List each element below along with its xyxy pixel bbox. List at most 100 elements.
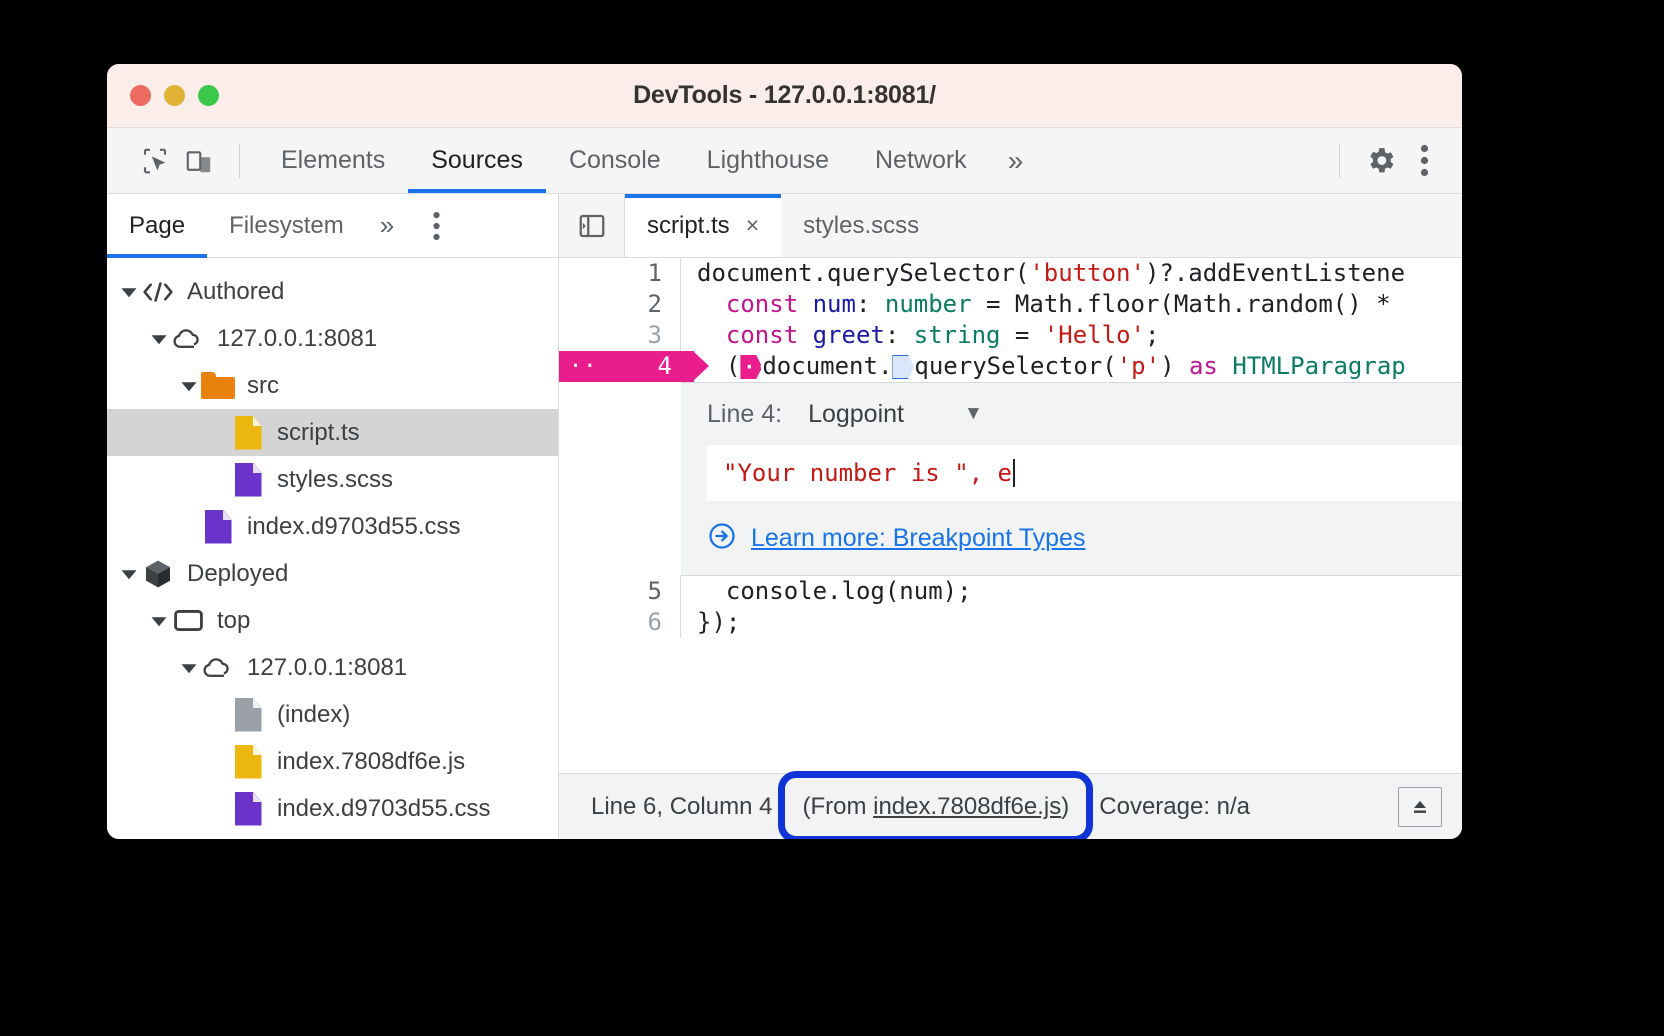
inspect-cursor-icon[interactable] xyxy=(133,139,177,183)
code-lines-top[interactable]: document.querySelector('button')?.addEve… xyxy=(681,258,1462,382)
devtools-window: DevTools - 127.0.0.1:8081/ Elements Sour… xyxy=(107,64,1462,839)
tree-label-deployed-origin: 127.0.0.1:8081 xyxy=(247,654,407,682)
logpoint-inline-badge[interactable]: ·· xyxy=(740,355,762,379)
code-line-5: console.log(num); xyxy=(681,576,1462,607)
line-number-gutter-bottom[interactable]: 5 6 xyxy=(559,576,681,638)
file-tree: Authored 127.0.0.1:8081 xyxy=(107,258,558,832)
tree-node-deployed[interactable]: Deployed xyxy=(107,550,558,597)
breakpoint-editor-header: Line 4: Logpoint ▼ xyxy=(681,383,1462,445)
tree-node-authored[interactable]: Authored xyxy=(107,268,558,315)
editor-scroll-area[interactable]: 1 2 3 ·· 4 document.querySelector('butto… xyxy=(559,258,1462,773)
toolbar-right-group xyxy=(1321,139,1446,183)
navigator-tab-filesystem[interactable]: Filesystem xyxy=(207,194,366,257)
line-number-1[interactable]: 1 xyxy=(559,258,680,289)
navigator-kebab-icon[interactable] xyxy=(408,194,464,257)
tree-label-top: top xyxy=(217,607,250,635)
tree-node-deployed-index-css[interactable]: index.d9703d55.css xyxy=(107,785,558,832)
folder-icon xyxy=(201,369,235,403)
tree-label-deployed: Deployed xyxy=(187,560,288,588)
editor-tab-styles-scss-label: styles.scss xyxy=(803,212,919,240)
chevron-down-icon[interactable] xyxy=(177,656,201,680)
editor-tab-styles-scss[interactable]: styles.scss xyxy=(781,194,941,257)
tab-elements[interactable]: Elements xyxy=(258,128,408,193)
code-lines-bottom[interactable]: console.log(num); }); xyxy=(681,576,1462,638)
line-number-2[interactable]: 2 xyxy=(559,289,680,320)
code-line-1: document.querySelector('button')?.addEve… xyxy=(681,258,1462,289)
tab-lighthouse-label: Lighthouse xyxy=(707,146,829,175)
line-number-5[interactable]: 5 xyxy=(559,576,680,607)
toolbar-divider xyxy=(239,144,240,178)
code-line-2: const num: number = Math.floor(Math.rand… xyxy=(681,289,1462,320)
breakpoint-inline-badge[interactable] xyxy=(892,355,914,379)
breakpoint-type-label: Logpoint xyxy=(808,400,904,429)
cloud-icon xyxy=(201,651,235,685)
chevron-down-icon[interactable]: ▼ xyxy=(964,403,983,425)
more-vertical-icon[interactable] xyxy=(1402,139,1446,183)
close-icon[interactable]: × xyxy=(746,214,759,237)
tree-node-authored-origin[interactable]: 127.0.0.1:8081 xyxy=(107,315,558,362)
chevron-down-icon[interactable] xyxy=(117,562,141,586)
tab-console[interactable]: Console xyxy=(546,128,684,193)
frame-icon xyxy=(171,604,205,638)
toolbar-divider-right xyxy=(1339,144,1340,178)
tree-node-src[interactable]: src xyxy=(107,362,558,409)
code-line-6: }); xyxy=(681,607,1462,638)
logpoint-expression-input[interactable]: "Your number is ", e xyxy=(707,445,1462,501)
navigator-panel: Page Filesystem » xyxy=(107,194,559,839)
line-number-6[interactable]: 6 xyxy=(559,607,680,638)
tree-node-deployed-origin[interactable]: 127.0.0.1:8081 xyxy=(107,644,558,691)
logpoint-expression-value: "Your number is ", e xyxy=(723,459,1012,487)
file-purple-icon xyxy=(231,463,265,497)
pretty-print-icon[interactable] xyxy=(1398,787,1442,827)
cloud-icon xyxy=(171,322,205,356)
more-panels-icon[interactable]: » xyxy=(990,145,1042,177)
tree-node-top[interactable]: top xyxy=(107,597,558,644)
source-origin-suffix: ) xyxy=(1061,793,1069,820)
device-toolbar-icon[interactable] xyxy=(177,139,221,183)
line-number-4: 4 xyxy=(658,352,672,380)
tab-console-label: Console xyxy=(569,146,661,175)
devtools-toolbar: Elements Sources Console Lighthouse Netw… xyxy=(107,128,1462,194)
line-number-3[interactable]: 3 xyxy=(559,320,680,351)
chevron-down-icon[interactable] xyxy=(117,280,141,304)
line-number-gutter-top[interactable]: 1 2 3 ·· 4 xyxy=(559,258,681,382)
code-line-4: (··document.querySelector('p') as HTMLPa… xyxy=(681,351,1462,382)
tree-node-script-ts[interactable]: script.ts xyxy=(107,409,558,456)
chevron-down-icon[interactable] xyxy=(147,327,171,351)
file-purple-icon xyxy=(201,510,235,544)
tree-label-authored-origin: 127.0.0.1:8081 xyxy=(217,325,377,353)
file-gray-icon xyxy=(231,698,265,732)
tab-lighthouse[interactable]: Lighthouse xyxy=(684,128,852,193)
chevron-down-icon[interactable] xyxy=(147,609,171,633)
code-line-3: const greet: string = 'Hello'; xyxy=(681,320,1462,351)
file-yellow-icon xyxy=(231,745,265,779)
tab-network[interactable]: Network xyxy=(852,128,990,193)
tree-label-authored-index-css: index.d9703d55.css xyxy=(247,513,461,541)
tree-label-index: (index) xyxy=(277,701,350,729)
navigator-more-icon[interactable]: » xyxy=(366,194,408,257)
chevron-down-icon[interactable] xyxy=(177,374,201,398)
breakpoint-marker-line-4[interactable]: ·· 4 xyxy=(559,351,694,382)
tab-elements-label: Elements xyxy=(281,146,385,175)
source-origin-badge[interactable]: (From index.7808df6e.js) xyxy=(786,793,1085,821)
source-origin-file-link[interactable]: index.7808df6e.js xyxy=(873,793,1061,820)
gear-icon[interactable] xyxy=(1358,139,1402,183)
tree-node-authored-index-css[interactable]: index.d9703d55.css xyxy=(107,503,558,550)
navigator-tab-page[interactable]: Page xyxy=(107,194,207,257)
text-cursor xyxy=(1013,459,1015,487)
tree-node-index-js[interactable]: index.7808df6e.js xyxy=(107,738,558,785)
tree-node-index[interactable]: (index) xyxy=(107,691,558,738)
source-origin-prefix: (From xyxy=(802,793,873,820)
tab-sources[interactable]: Sources xyxy=(408,128,546,193)
panel-collapse-icon[interactable] xyxy=(559,194,625,257)
tab-network-label: Network xyxy=(875,146,967,175)
navigator-tab-page-label: Page xyxy=(129,212,185,240)
editor-tab-script-ts[interactable]: script.ts × xyxy=(625,194,781,257)
code-block-bottom: 5 6 console.log(num); }); xyxy=(559,576,1462,638)
tree-label-src: src xyxy=(247,372,279,400)
learn-more-breakpoint-types-link[interactable]: Learn more: Breakpoint Types xyxy=(751,524,1085,553)
navigator-tabbar: Page Filesystem » xyxy=(107,194,558,258)
tab-sources-label: Sources xyxy=(431,146,523,175)
tree-node-styles-scss[interactable]: styles.scss xyxy=(107,456,558,503)
window-title: DevTools - 127.0.0.1:8081/ xyxy=(107,81,1462,110)
